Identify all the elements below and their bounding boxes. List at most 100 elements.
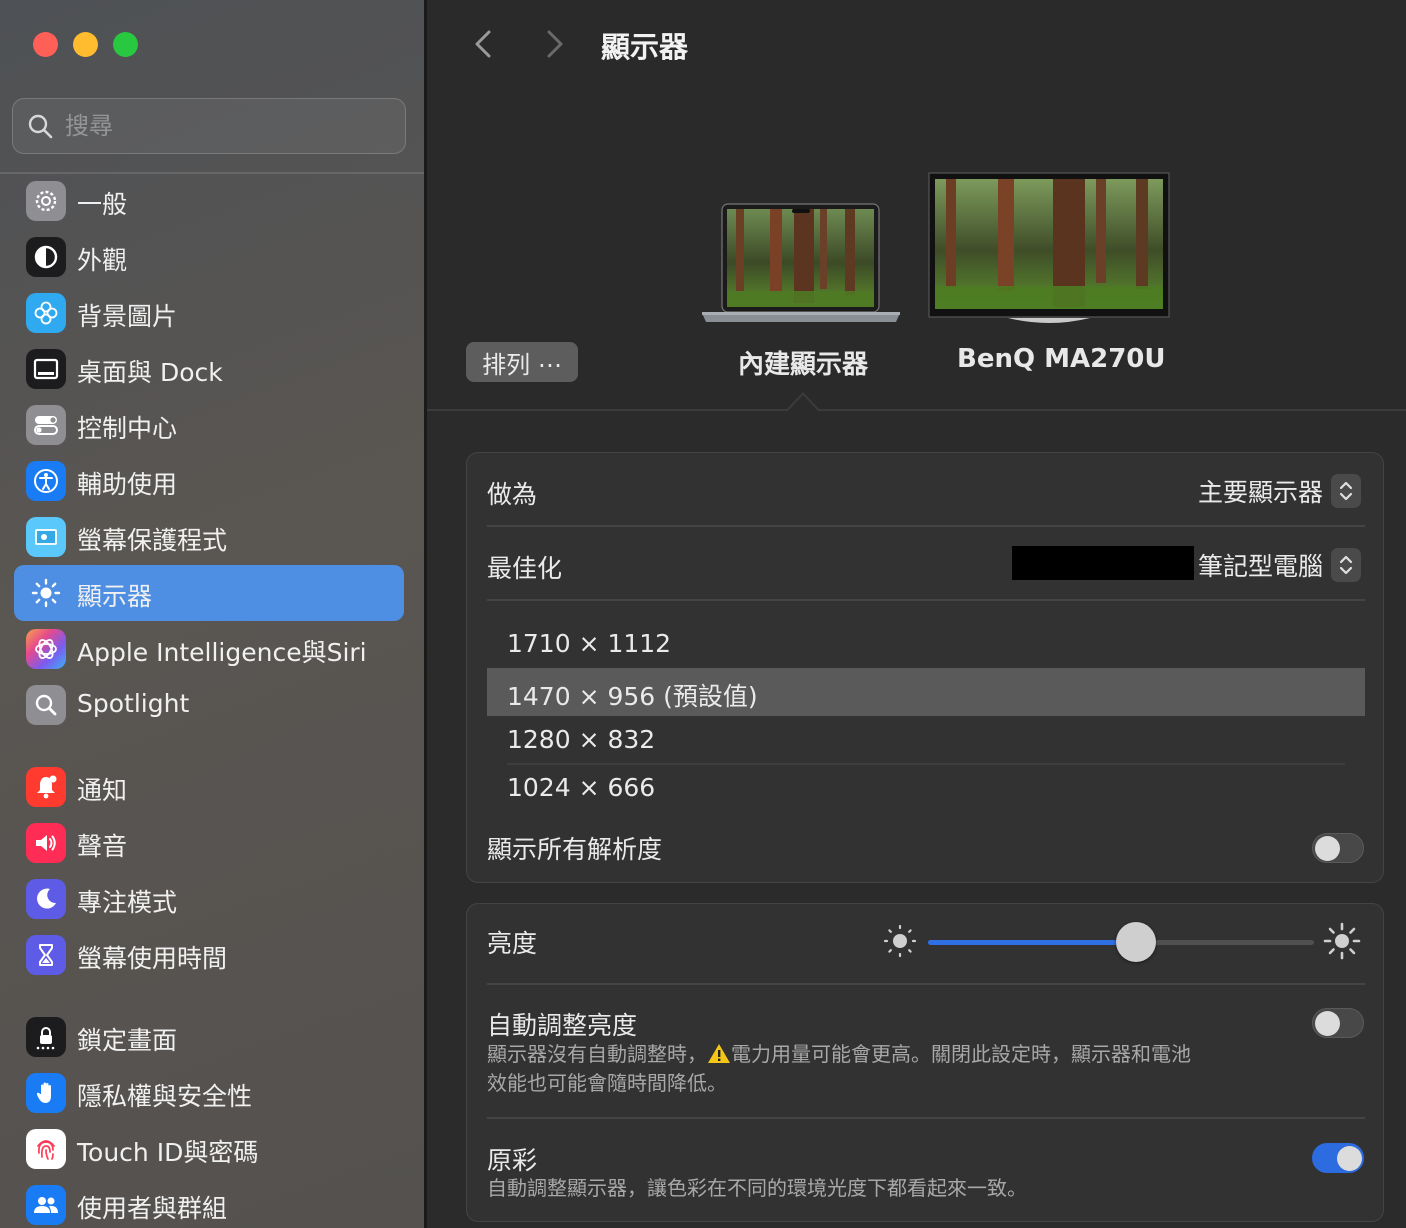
sidebar-item[interactable]: 使用者與群組 — [14, 1177, 404, 1228]
sidebar-item[interactable]: 背景圖片 — [14, 285, 404, 341]
sidebar-item-label: 一般 — [77, 190, 128, 219]
resolution-option[interactable]: 1710 × 1112 — [487, 620, 1365, 668]
true-tone-description: 自動調整顯示器，讓色彩在不同的環境光度下都看起來一致。 — [487, 1176, 1027, 1200]
redacted-block — [1012, 546, 1194, 580]
display-settings-panel: 做為 主要顯示器 最佳化 筆記型電腦 1710 × 1112 1470 × 956… — [466, 452, 1384, 883]
sidebar-item-label: 外觀 — [77, 246, 128, 275]
sidebar-item-label: 鎖定畫面 — [77, 1026, 178, 1055]
sidebar-item[interactable]: 輔助使用 — [14, 453, 404, 509]
true-tone-toggle[interactable] — [1312, 1143, 1364, 1173]
resolution-option-label: 1710 × 1112 — [507, 629, 672, 658]
sidebar-item[interactable]: 聲音 — [14, 815, 404, 871]
back-button[interactable] — [467, 26, 503, 62]
dock-icon — [26, 349, 66, 389]
sidebar-item[interactable]: Apple Intelligence與Siri — [14, 621, 404, 677]
up-down-chevron-icon — [1331, 474, 1361, 508]
sidebar-item[interactable]: 顯示器 — [14, 565, 404, 621]
sidebar-item-label: 桌面與 Dock — [77, 358, 223, 387]
sun-small-icon — [883, 924, 917, 958]
auto-brightness-description: 顯示器沒有自動調整時， 電力用量可能會更高。關閉此設定時，顯示器和電池 效能也可能… — [487, 1042, 1191, 1095]
page-title: 顯示器 — [601, 30, 689, 64]
search-input[interactable] — [65, 109, 385, 143]
sidebar-item-label: Apple Intelligence與Siri — [77, 638, 367, 667]
resolution-option[interactable]: 1024 × 666 — [487, 764, 1365, 812]
search-field[interactable] — [12, 98, 406, 154]
sidebar-item[interactable]: Touch ID與密碼 — [14, 1121, 404, 1177]
sidebar-item[interactable]: 隱私權與安全性 — [14, 1065, 404, 1121]
control-center-icon — [26, 405, 66, 445]
sidebar-item[interactable]: 一般 — [14, 173, 404, 229]
appearance-icon — [26, 237, 66, 277]
sidebar-item-label: Spotlight — [77, 689, 190, 718]
main-content: 顯示器 排列 ⋯ 內建顯示器 BenQ MA270U 做為 主要顯示器 最佳化 … — [427, 0, 1406, 1228]
sidebar-item-label: 使用者與群組 — [77, 1194, 228, 1223]
sidebar-item-label: 專注模式 — [77, 888, 178, 917]
brightness-slider-fill — [928, 940, 1137, 945]
sidebar-item-label: 背景圖片 — [77, 302, 178, 331]
zoom-window-button[interactable] — [113, 32, 138, 57]
resolution-option[interactable]: 1280 × 832 — [487, 716, 1365, 764]
resolution-option-label: 1280 × 832 — [507, 725, 656, 754]
speaker-icon — [26, 823, 66, 863]
sidebar-item[interactable]: 桌面與 Dock — [14, 341, 404, 397]
resolution-option-label: 1470 × 956 (預設值) — [507, 682, 758, 711]
gear-icon — [26, 181, 66, 221]
use-as-popup[interactable]: 主要顯示器 — [1198, 473, 1361, 509]
sidebar-item-label: 聲音 — [77, 832, 128, 861]
external-display-label[interactable]: BenQ MA270U — [957, 344, 1166, 374]
optimize-label: 最佳化 — [487, 554, 563, 583]
sidebar-item-label: 輔助使用 — [77, 470, 178, 499]
display-arrangement-area: 顯示器 排列 ⋯ 內建顯示器 BenQ MA270U — [427, 0, 1406, 412]
sidebar-item[interactable]: 通知 — [14, 759, 404, 815]
accessibility-icon — [26, 461, 66, 501]
external-display-thumbnail[interactable] — [928, 172, 1170, 324]
auto-brightness-label: 自動調整亮度 — [487, 1011, 638, 1040]
arrange-button[interactable]: 排列 ⋯ — [466, 342, 578, 382]
builtin-display-thumbnail[interactable] — [700, 203, 902, 325]
fingerprint-icon — [26, 1129, 66, 1169]
use-as-label: 做為 — [487, 480, 538, 509]
close-window-button[interactable] — [33, 32, 58, 57]
moon-icon — [26, 879, 66, 919]
show-all-resolutions-toggle[interactable] — [1312, 833, 1364, 863]
bell-icon — [26, 767, 66, 807]
sidebar-item[interactable]: Spotlight — [14, 677, 404, 733]
siri-icon — [26, 629, 66, 669]
brightness-label: 亮度 — [487, 929, 538, 958]
sidebar-item[interactable]: 專注模式 — [14, 871, 404, 927]
lock-icon — [26, 1017, 66, 1057]
sidebar-item[interactable]: 螢幕使用時間 — [14, 927, 404, 983]
resolution-option-label: 1024 × 666 — [507, 773, 656, 802]
spotlight-icon — [26, 685, 66, 725]
forward-button[interactable] — [535, 26, 571, 62]
hand-icon — [26, 1073, 66, 1113]
builtin-display-label[interactable]: 內建顯示器 — [738, 344, 868, 381]
optimize-value: 筆記型電腦 — [1197, 552, 1323, 581]
chevron-right-icon — [547, 30, 563, 58]
sidebar-item[interactable]: 螢幕保護程式 — [14, 509, 404, 565]
auto-brightness-toggle[interactable] — [1312, 1008, 1364, 1038]
screensaver-icon — [26, 517, 66, 557]
brightness-slider[interactable] — [928, 922, 1314, 962]
users-icon — [26, 1185, 66, 1225]
sidebar-item-label: Touch ID與密碼 — [77, 1138, 259, 1167]
sidebar-item-label: 螢幕使用時間 — [77, 944, 228, 973]
sidebar-item-label: 顯示器 — [77, 582, 153, 611]
sidebar-item[interactable]: 外觀 — [14, 229, 404, 285]
displays-icon — [26, 573, 66, 613]
show-all-resolutions-label: 顯示所有解析度 — [487, 835, 663, 864]
optimize-popup[interactable]: 筆記型電腦 — [1198, 547, 1361, 583]
up-down-chevron-icon — [1331, 548, 1361, 582]
resolution-option[interactable]: 1470 × 956 (預設值) — [487, 668, 1365, 716]
search-icon — [28, 114, 53, 139]
sun-large-icon — [1323, 922, 1361, 960]
sidebar-item-label: 螢幕保護程式 — [77, 526, 228, 555]
chevron-left-icon — [475, 30, 491, 58]
use-as-value: 主要顯示器 — [1197, 478, 1323, 507]
true-tone-label: 原彩 — [487, 1146, 538, 1175]
sidebar-item-label: 隱私權與安全性 — [77, 1082, 253, 1111]
sidebar-item[interactable]: 鎖定畫面 — [14, 1009, 404, 1065]
sidebar-item[interactable]: 控制中心 — [14, 397, 404, 453]
brightness-slider-knob[interactable] — [1116, 922, 1157, 962]
minimize-window-button[interactable] — [73, 32, 98, 57]
